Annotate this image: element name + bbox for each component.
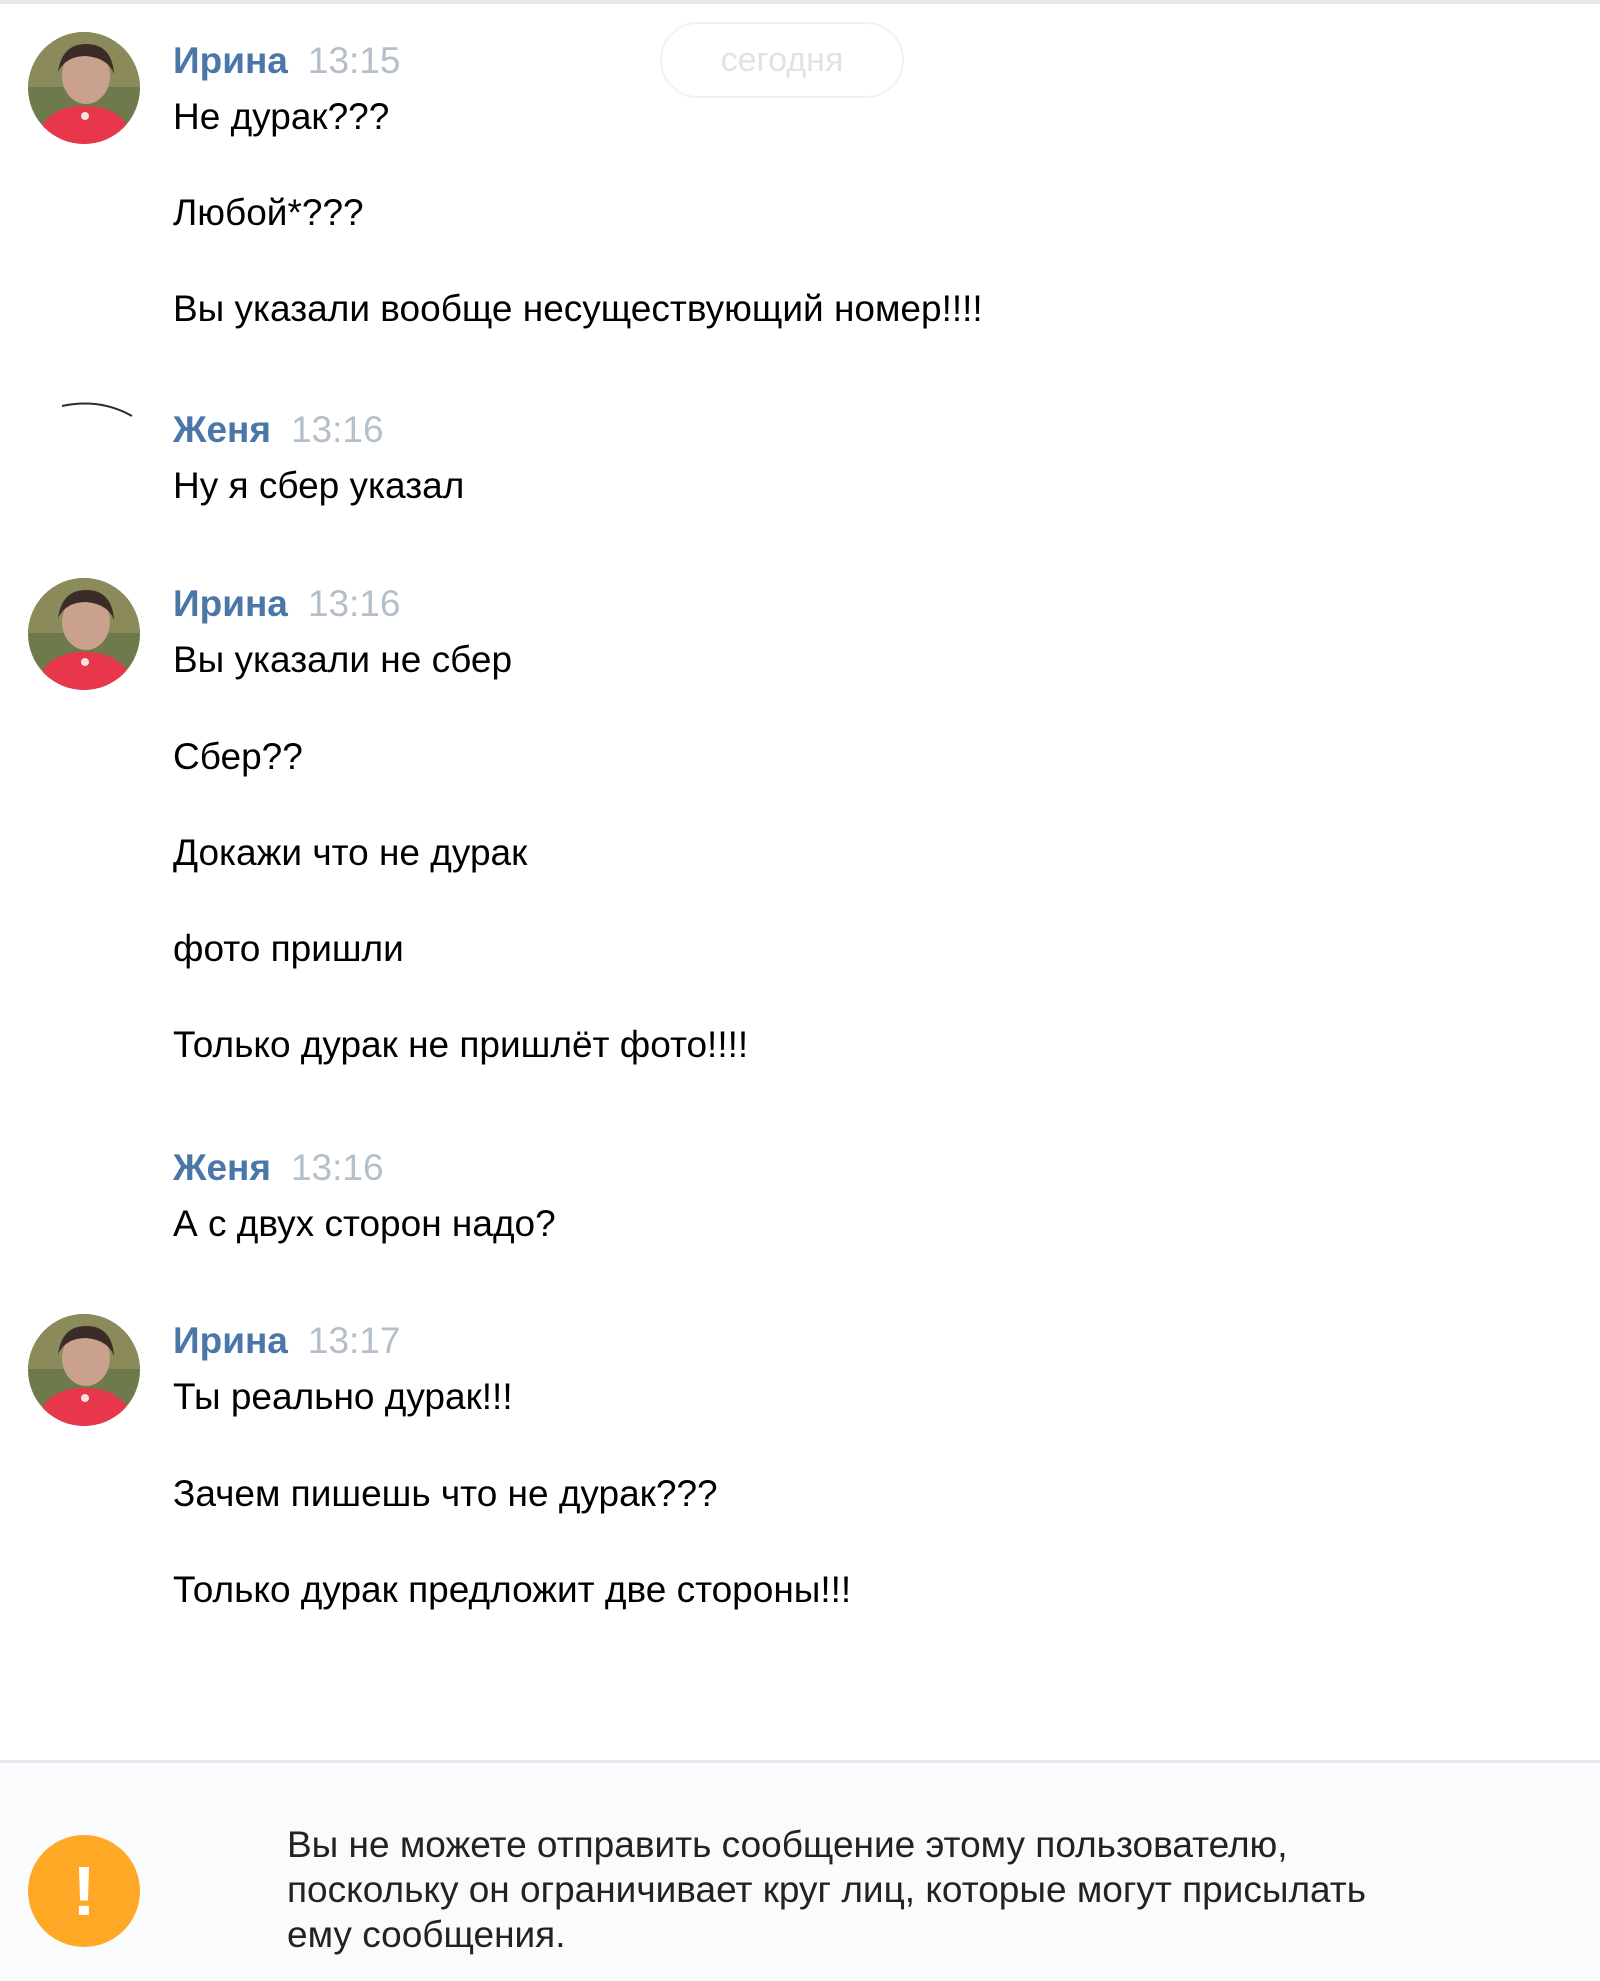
message-header: Ирина 13:16 xyxy=(173,583,400,627)
message-text: Вы указали вообще несуществующий номер!!… xyxy=(173,288,983,329)
notice-line: ему сообщения. xyxy=(287,1914,566,1955)
message-text: А с двух сторон надо? xyxy=(173,1203,556,1244)
sender-name[interactable]: Ирина xyxy=(173,583,288,624)
message-text: Зачем пишешь что не дурак??? xyxy=(173,1473,718,1514)
message-text: Ты реально дурак!!! xyxy=(173,1376,513,1417)
message-text: фото пришли xyxy=(173,928,404,969)
avatar[interactable] xyxy=(28,578,140,690)
sender-name[interactable]: Женя xyxy=(173,409,271,450)
exclamation-icon: ! xyxy=(28,1835,140,1947)
message-header: Женя 13:16 xyxy=(173,1147,384,1191)
message-time[interactable]: 13:16 xyxy=(291,1147,384,1188)
message-header: Ирина 13:17 xyxy=(173,1320,400,1364)
date-divider: сегодня xyxy=(660,22,904,98)
message-text: Докажи что не дурак xyxy=(173,832,528,873)
user-photo-icon xyxy=(28,1314,140,1426)
avatar[interactable] xyxy=(40,398,140,438)
message-header: Женя 13:16 xyxy=(173,409,384,453)
avatar[interactable] xyxy=(28,1314,140,1426)
message-text: Любой*??? xyxy=(173,192,364,233)
message-time[interactable]: 13:17 xyxy=(308,1320,401,1361)
message-text: Только дурак предложит две стороны!!! xyxy=(173,1569,852,1610)
warning-symbol: ! xyxy=(72,1852,96,1930)
notice-line: Вы не можете отправить сообщение этому п… xyxy=(287,1824,1288,1865)
message-time[interactable]: 13:16 xyxy=(308,583,401,624)
blocked-message-text: Вы не можете отправить сообщение этому п… xyxy=(287,1822,1547,1957)
message-text: Вы указали не сбер xyxy=(173,639,513,680)
message-time[interactable]: 13:16 xyxy=(291,409,384,450)
sender-name[interactable]: Ирина xyxy=(173,1320,288,1361)
message-text: Только дурак не пришлёт фото!!!! xyxy=(173,1024,749,1065)
avatar[interactable] xyxy=(28,32,140,144)
user-photo-icon xyxy=(28,32,140,144)
sender-name[interactable]: Женя xyxy=(173,1147,271,1188)
user-photo-icon xyxy=(28,578,140,690)
message-header: Ирина 13:15 xyxy=(173,40,400,84)
message-text: Не дурак??? xyxy=(173,96,390,137)
notice-line: поскольку он ограничивает круг лиц, кото… xyxy=(287,1869,1367,1910)
sender-name[interactable]: Ирина xyxy=(173,40,288,81)
avatar-placeholder-icon xyxy=(61,402,133,417)
message-text: Ну я сбер указал xyxy=(173,465,465,506)
message-history[interactable]: сегодня Ирина 13:15 Не дурак??? Любой*???… xyxy=(0,0,1600,1760)
message-time[interactable]: 13:15 xyxy=(308,40,401,81)
message-text: Сбер?? xyxy=(173,736,303,777)
composer-blocked-notice: ! Вы не можете отправить сообщение этому… xyxy=(0,1760,1600,1981)
